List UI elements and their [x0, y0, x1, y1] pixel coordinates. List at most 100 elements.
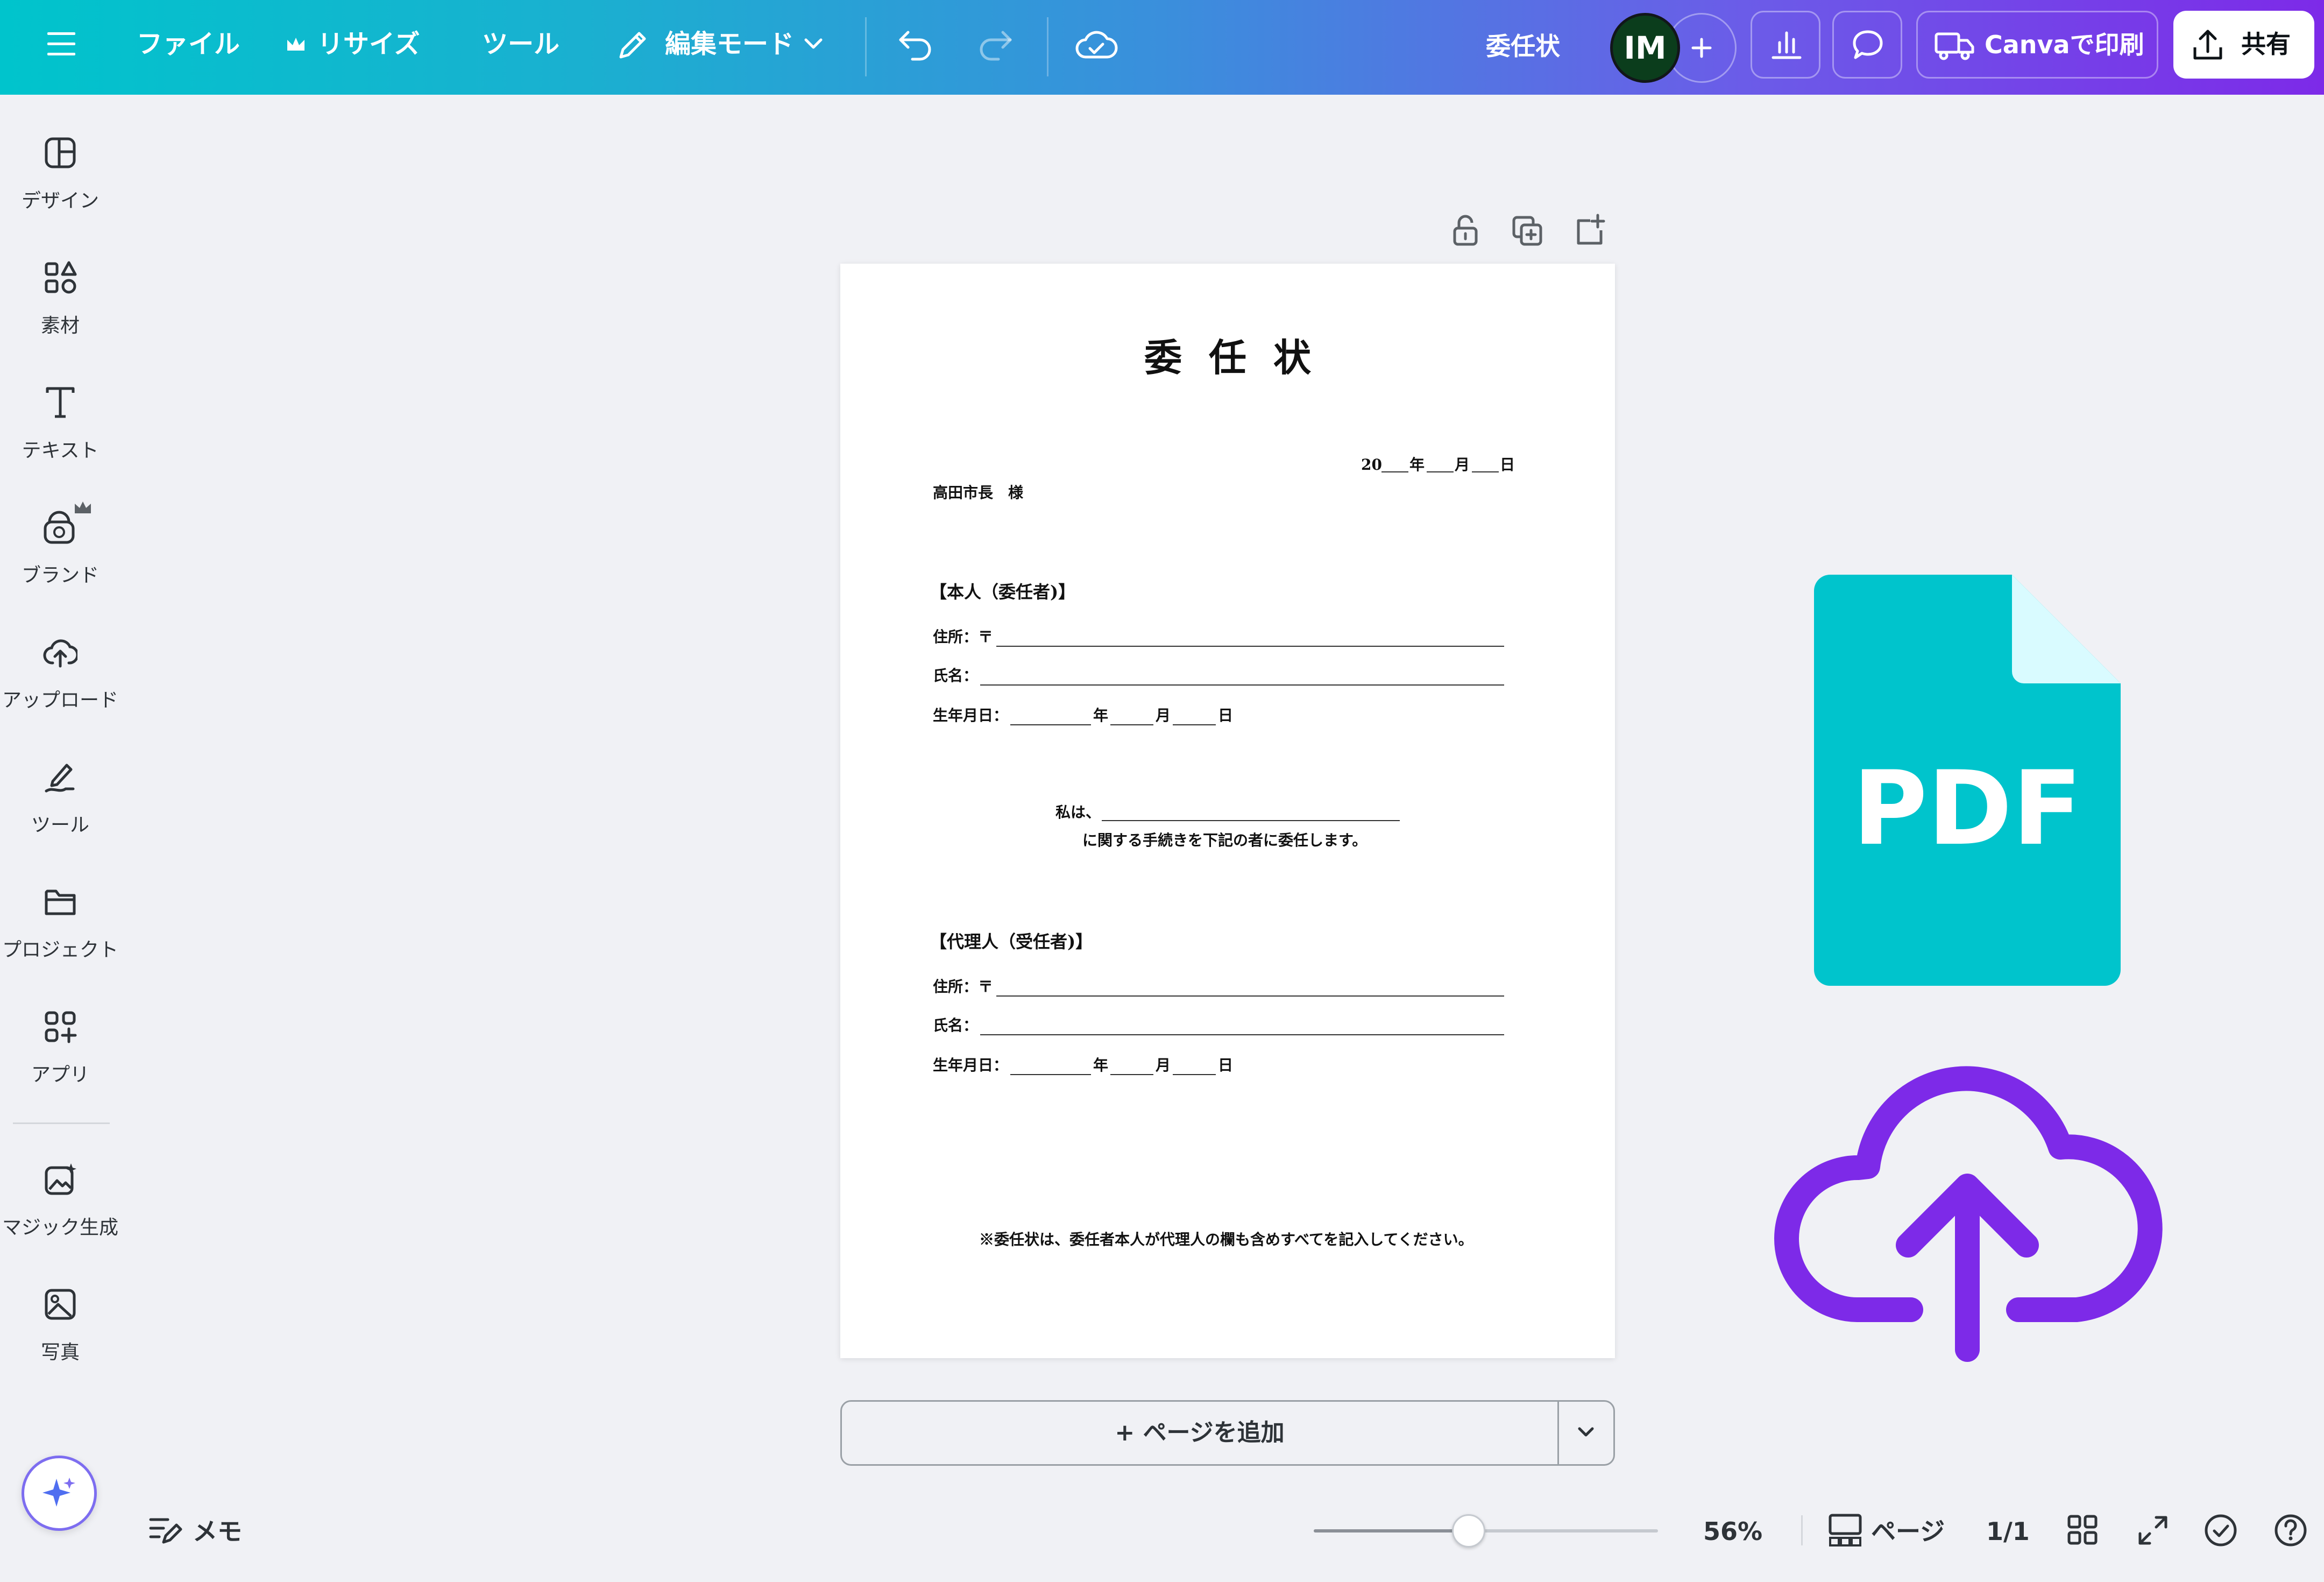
principal-name-line	[980, 684, 1504, 686]
principal-birth-month: 月	[1156, 707, 1171, 724]
principal-address-label: 住所：〒	[933, 628, 994, 646]
sidebar-item-label: アップロード	[2, 689, 118, 711]
canva-assistant-button[interactable]	[22, 1456, 97, 1531]
brand-icon	[44, 511, 75, 544]
pdf-file-fold	[2012, 575, 2121, 683]
pdf-label: PDF	[1853, 749, 2082, 868]
share-label: 共有	[2241, 30, 2291, 59]
grid-view-icon[interactable]	[2067, 1514, 2098, 1545]
blank-line	[1427, 471, 1454, 472]
date-month-label: 月	[1455, 456, 1470, 474]
pages-button[interactable]: ページ	[1871, 1516, 1945, 1546]
share-icon	[2193, 30, 2222, 60]
principal-birth-day: 日	[1218, 707, 1234, 724]
resize-menu[interactable]: リサイズ	[317, 27, 420, 61]
addressee: 高田市長 様	[933, 484, 1024, 502]
avatar[interactable]: IM	[1610, 13, 1680, 83]
sidebar-item-brand[interactable]: ブランド	[0, 502, 121, 623]
sidebar-item-label: テキスト	[22, 440, 99, 462]
blank-line	[1472, 471, 1499, 472]
principal-birth-year: 年	[1093, 707, 1109, 724]
zoom-slider[interactable]	[1314, 1514, 1658, 1548]
bar-chart-icon	[1772, 31, 1802, 59]
sidebar-item-label: ブランド	[21, 564, 99, 587]
blank-line	[1010, 1074, 1091, 1075]
blank-line	[1381, 471, 1408, 472]
undo-icon[interactable]	[896, 28, 934, 62]
add-page-icon[interactable]	[1574, 213, 1606, 246]
principal-address-line	[996, 646, 1504, 647]
document-note: ※委任状は、委任者本人が代理人の欄も含めすべてを記入してください。	[979, 1231, 1473, 1248]
date-year-label: 年	[1409, 456, 1425, 474]
upload-cloud-icon	[1774, 1066, 2163, 1362]
page-view-icon[interactable]	[1828, 1513, 1862, 1548]
agent-address-label: 住所：〒	[933, 978, 994, 995]
sidebar-item-design[interactable]: デザイン	[0, 136, 121, 249]
insights-button[interactable]	[1751, 11, 1820, 79]
design-icon	[45, 137, 76, 168]
cloud-saved-icon[interactable]	[1075, 28, 1118, 62]
elements-icon	[45, 261, 77, 294]
sidebar-item-label: マジック生成	[2, 1217, 118, 1239]
blank-line	[1110, 1074, 1153, 1075]
add-page-button[interactable]: + ページを追加	[842, 1402, 1557, 1464]
statement-line-1: 私は、	[1055, 803, 1101, 821]
sidebar-item-magic-media[interactable]: マジック生成	[0, 1162, 121, 1275]
zoom-slider-thumb[interactable]	[1452, 1514, 1485, 1548]
document-title[interactable]: 委任状	[1486, 29, 1560, 63]
sidebar-item-photos[interactable]: 写真	[0, 1287, 121, 1400]
notes-button[interactable]: メモ	[193, 1516, 242, 1546]
toolbar-divider	[1047, 17, 1048, 76]
agent-birth-day: 日	[1218, 1056, 1234, 1074]
check-circle-icon[interactable]	[2203, 1513, 2238, 1548]
tools-menu[interactable]: ツール	[482, 27, 559, 61]
photos-icon	[45, 1289, 76, 1320]
sidebar-item-projects[interactable]: プロジェクト	[0, 885, 121, 998]
print-label: Canvaで印刷	[1985, 30, 2144, 59]
document-heading: 委任状	[1144, 335, 1338, 380]
sidebar-item-elements[interactable]: 素材	[0, 260, 121, 373]
date-day-label: 日	[1500, 456, 1515, 474]
top-toolbar: ファイル リサイズ ツール 編集モード 委任状 IM Canvaで印刷 共有	[0, 0, 2324, 95]
zoom-level[interactable]: 56%	[1703, 1516, 1762, 1546]
blank-line	[1173, 1074, 1216, 1075]
chevron-down-icon[interactable]	[803, 37, 824, 52]
sidebar-item-label: ツール	[31, 814, 89, 836]
bottom-divider	[1801, 1515, 1803, 1545]
agent-birth-month: 月	[1156, 1056, 1171, 1074]
sidebar-item-text[interactable]: テキスト	[0, 385, 121, 498]
fullscreen-icon[interactable]	[2137, 1514, 2169, 1546]
sidebar-item-tools[interactable]: ツール	[0, 760, 121, 873]
chevron-down-icon	[1578, 1427, 1594, 1437]
redo-icon[interactable]	[977, 28, 1015, 62]
pdf-file-icon: PDF	[1814, 575, 2121, 986]
sidebar-item-apps[interactable]: アプリ	[0, 1009, 121, 1122]
notes-icon[interactable]	[148, 1514, 183, 1546]
statement-line-2: に関する手続きを下記の者に委任します。	[1082, 831, 1368, 849]
upload-icon	[43, 639, 77, 668]
duplicate-page-icon[interactable]	[1512, 215, 1544, 248]
add-page-options-button[interactable]	[1559, 1402, 1613, 1464]
sidebar-item-uploads[interactable]: アップロード	[0, 635, 121, 748]
agent-name-label: 氏名：	[933, 1016, 979, 1034]
blank-line	[1010, 724, 1091, 725]
tools-icon	[45, 764, 75, 793]
share-button[interactable]: 共有	[2173, 11, 2314, 79]
truck-icon	[1935, 32, 1974, 60]
menu-icon[interactable]	[45, 30, 77, 58]
sidebar-item-label: プロジェクト	[2, 939, 118, 961]
comment-icon	[1853, 30, 1883, 59]
agent-address-line	[996, 995, 1504, 997]
file-menu[interactable]: ファイル	[137, 27, 240, 61]
sidebar-item-label: アプリ	[31, 1064, 89, 1086]
design-page[interactable]: 委任状 20 年 月 日 高田市長 様 【本人（委任者)】 住所：〒 氏名： 生…	[840, 264, 1615, 1358]
comments-button[interactable]	[1832, 11, 1902, 79]
agent-name-line	[980, 1034, 1504, 1035]
lock-icon[interactable]	[1450, 213, 1480, 248]
edit-mode-menu[interactable]: 編集モード	[665, 27, 794, 61]
sidebar-item-label: 写真	[40, 1341, 80, 1364]
print-with-canva-button[interactable]: Canvaで印刷	[1916, 11, 2158, 79]
help-icon[interactable]	[2273, 1513, 2308, 1548]
date-year-prefix: 20	[1361, 456, 1382, 474]
sidebar-divider	[13, 1122, 110, 1124]
